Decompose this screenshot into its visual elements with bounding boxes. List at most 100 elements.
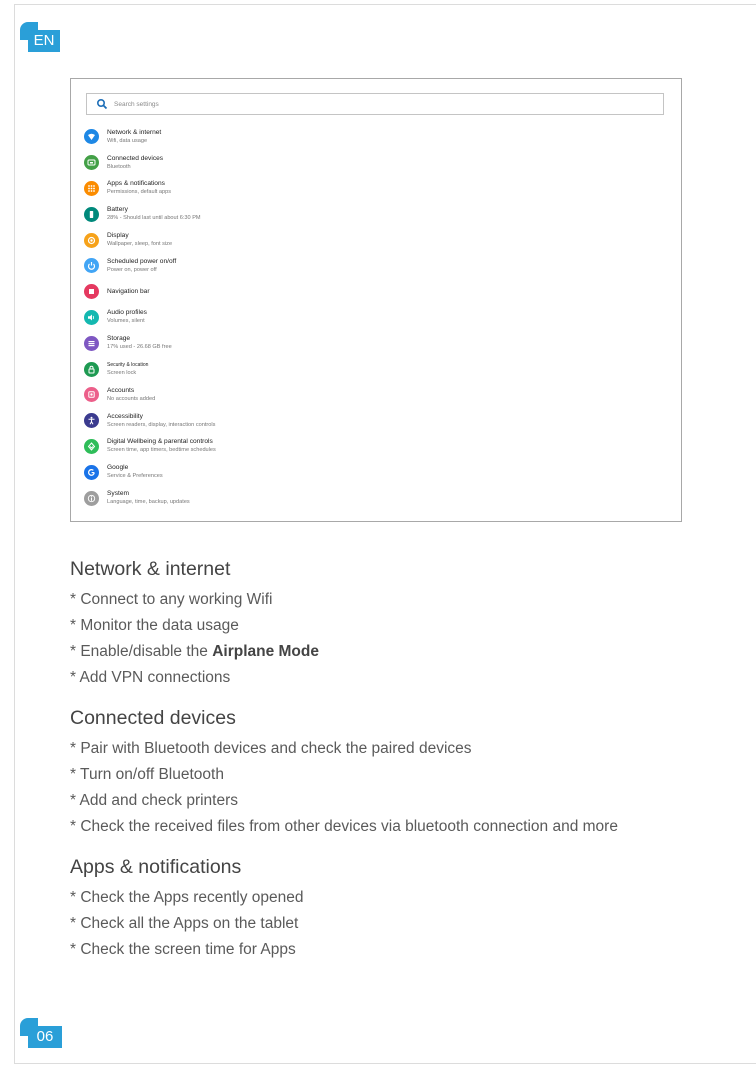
display-icon <box>84 232 99 248</box>
settings-item-title: Display <box>107 232 129 240</box>
settings-item[interactable]: Display Wallpaper, sleep, font size <box>84 227 664 253</box>
devices-icon <box>84 155 99 171</box>
feature-section: Network & internet * Connect to any worki… <box>70 558 710 691</box>
accessibility-icon <box>84 413 99 429</box>
settings-item-title: Accessibility <box>107 412 143 420</box>
settings-item-text: Battery 28% - Should last until about 6:3… <box>107 206 201 222</box>
bullet-item: * Turn on/off Bluetooth <box>70 766 224 783</box>
wifi-icon <box>84 129 99 145</box>
settings-item[interactable]: Audio profiles Volumes, silent <box>84 305 664 331</box>
settings-item-text: Apps & notifications Permissions, default… <box>107 180 171 196</box>
language-label: EN <box>28 30 60 52</box>
settings-item-title: Apps & notifications <box>107 180 165 188</box>
info-icon <box>84 490 99 506</box>
settings-item[interactable]: Battery 28% - Should last until about 6:3… <box>84 201 664 227</box>
settings-item-subtitle: No accounts added <box>107 395 156 402</box>
settings-item[interactable]: Digital Wellbeing & parental controls Scr… <box>84 434 664 460</box>
settings-item-title: Connected devices <box>107 154 164 162</box>
bullet-item: * Enable/disable the Airplane Mode <box>70 639 710 665</box>
settings-item-text: Connected devices Bluetooth <box>107 155 163 171</box>
settings-screenshot: Search settings Network & internet Wifi, … <box>70 78 682 522</box>
settings-item-text: Network & internet Wifi, data usage <box>107 129 161 145</box>
settings-item-title: Network & internet <box>107 128 162 136</box>
section-heading: Apps & notifications <box>70 856 242 878</box>
search-placeholder: Search settings <box>114 100 159 108</box>
settings-item[interactable]: Accounts No accounts added <box>84 382 664 408</box>
bullet-item: * Check the screen time for Apps <box>70 941 296 958</box>
battery-icon <box>84 206 99 222</box>
wellbeing-icon <box>84 438 99 454</box>
settings-item-title: Accounts <box>107 386 135 394</box>
settings-item[interactable]: Network & internet Wifi, data usage <box>84 124 664 150</box>
feature-section: Apps & notifications * Check the Apps rec… <box>70 856 710 963</box>
settings-item-subtitle: Permissions, default apps <box>107 189 172 196</box>
settings-item-subtitle: Screen time, app timers, bedtime schedul… <box>107 447 216 454</box>
settings-item-subtitle: Screen readers, display, interaction con… <box>107 421 216 428</box>
settings-item[interactable]: Security & location Screen lock <box>84 356 664 382</box>
settings-item-text: System Language, time, backup, updates <box>107 490 190 506</box>
language-tab: EN <box>20 22 60 52</box>
settings-item-text: Audio profiles Volumes, silent <box>107 309 147 325</box>
settings-item-text: Scheduled power on/off Power on, power of… <box>107 258 176 274</box>
volume-icon <box>84 309 99 325</box>
settings-item-title: Navigation bar <box>107 287 150 295</box>
bullet-item: * Check the received files from other de… <box>70 818 618 835</box>
settings-item-subtitle: 28% - Should last until about 6:30 PM <box>107 215 201 222</box>
settings-item-subtitle: Language, time, backup, updates <box>107 499 190 506</box>
settings-item-subtitle: Power on, power off <box>107 266 157 273</box>
settings-item-text: Display Wallpaper, sleep, font size <box>107 232 172 248</box>
bullet-item: * Monitor the data usage <box>70 617 239 634</box>
settings-item-title: Security & location <box>107 362 149 369</box>
bullet-item: * Add and check printers <box>70 792 239 809</box>
settings-item-subtitle: Screen lock <box>107 370 137 377</box>
page-number: 06 <box>28 1026 62 1048</box>
feature-section: Connected devices * Pair with Bluetooth d… <box>70 707 710 840</box>
settings-item-title: Google <box>107 464 129 472</box>
settings-item-subtitle: Volumes, silent <box>107 318 145 325</box>
settings-item[interactable]: Accessibility Screen readers, display, in… <box>84 408 664 434</box>
search-icon <box>96 98 108 110</box>
settings-item-title: System <box>107 490 129 498</box>
feature-description: Network & internet * Connect to any worki… <box>70 558 710 979</box>
settings-item-text: Storage 17% used - 26.68 GB free <box>107 335 172 351</box>
settings-item-subtitle: Service & Preferences <box>107 473 163 480</box>
settings-item[interactable]: System Language, time, backup, updates <box>84 485 664 511</box>
search-bar[interactable]: Search settings <box>86 93 664 115</box>
bullet-item: * Check the Apps recently opened <box>70 889 304 906</box>
navigation-icon <box>84 284 99 300</box>
section-heading: Network & internet <box>70 558 231 580</box>
settings-item-subtitle: Wifi, data usage <box>107 137 148 144</box>
lock-icon <box>84 361 99 377</box>
page-number-tab: 06 <box>20 1018 64 1048</box>
settings-item-text: Google Service & Preferences <box>107 464 163 480</box>
settings-item[interactable]: Navigation bar <box>84 279 664 305</box>
storage-icon <box>84 335 99 351</box>
bullet-text: * Enable/disable the <box>70 643 213 660</box>
settings-item-title: Digital Wellbeing & parental controls <box>107 438 213 446</box>
settings-item[interactable]: Storage 17% used - 26.68 GB free <box>84 330 664 356</box>
section-heading: Connected devices <box>70 707 236 729</box>
settings-item[interactable]: Scheduled power on/off Power on, power of… <box>84 253 664 279</box>
settings-item[interactable]: Google Service & Preferences <box>84 459 664 485</box>
settings-item-title: Battery <box>107 206 128 214</box>
apps-icon <box>84 180 99 196</box>
settings-item[interactable]: Connected devices Bluetooth <box>84 150 664 176</box>
bullet-item: * Add VPN connections <box>70 669 231 686</box>
bullet-item: * Check all the Apps on the tablet <box>70 915 299 932</box>
settings-item-title: Scheduled power on/off <box>107 257 177 265</box>
power-icon <box>84 258 99 274</box>
settings-item-text: Navigation bar <box>107 288 150 296</box>
settings-item-subtitle: 17% used - 26.68 GB free <box>107 344 172 351</box>
settings-item-subtitle: Wallpaper, sleep, font size <box>107 241 173 248</box>
bullet-item: * Pair with Bluetooth devices and check … <box>70 740 472 757</box>
settings-item-text: Accessibility Screen readers, display, in… <box>107 413 215 429</box>
settings-item-title: Audio profiles <box>107 309 147 317</box>
google-icon <box>84 464 99 480</box>
settings-item-text: Digital Wellbeing & parental controls Scr… <box>107 438 216 454</box>
settings-item-title: Storage <box>107 335 131 343</box>
bullet-emphasis: Airplane Mode <box>212 643 319 660</box>
settings-item-text: Security & location Screen lock <box>107 361 148 377</box>
settings-item[interactable]: Apps & notifications Permissions, default… <box>84 176 664 202</box>
bullet-item: * Connect to any working Wifi <box>70 591 273 608</box>
settings-item-subtitle: Bluetooth <box>107 163 131 170</box>
